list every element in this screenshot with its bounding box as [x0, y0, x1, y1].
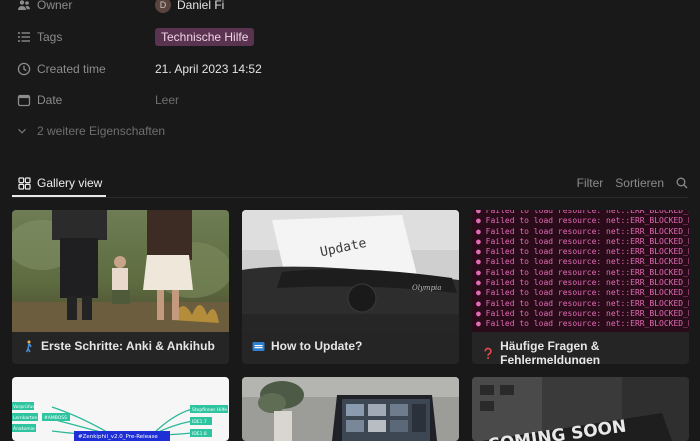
active-tab-indicator — [12, 195, 106, 197]
list-icon — [18, 32, 30, 42]
error-log-text: Failed to load resource: net::ERR_BLOCKE… — [485, 319, 689, 329]
error-dot-icon: ● — [476, 236, 486, 246]
gallery-card[interactable]: COMING SOON — [472, 377, 689, 441]
card-thumbnail-typewriter: Update Olympia — [242, 210, 459, 332]
mindmap-center-node: #Zenkiphil_v2.0_Pre-Release — [78, 434, 158, 440]
date-empty-value: Leer — [155, 93, 180, 107]
question-mark-icon — [484, 347, 492, 359]
error-log-text: Failed to load resource: net::ERR_BLOCKE… — [485, 257, 689, 267]
error-dot-icon: ● — [476, 308, 486, 318]
card-thumbnail-error-log: ● Failed to load resource: net::ERR_BLOC… — [472, 210, 689, 332]
calendar-icon — [17, 94, 31, 107]
mindmap-node: IDE1.7 — [192, 419, 207, 425]
avatar: D — [155, 0, 171, 13]
error-log-text: Failed to load resource: net::ERR_BLOCKE… — [485, 216, 689, 226]
property-label: Tags — [37, 30, 63, 44]
mindmap-node: Vorprüfung — [13, 404, 38, 410]
mindmap-node: IDE1.8 — [192, 431, 207, 437]
show-more-properties[interactable]: 2 weitere Eigenschaften — [17, 121, 165, 141]
gallery-card[interactable]: Update Olympia How to Update? — [242, 210, 459, 364]
gallery-card[interactable]: Vorprüfung Lernkarten #AMBOSS Anatomie #… — [12, 377, 229, 441]
property-value-owner[interactable]: D Daniel Fi — [155, 0, 224, 17]
error-dot-icon: ● — [476, 210, 486, 215]
error-log-line: ● Failed to load resource: net::ERR_BLOC… — [476, 319, 689, 329]
error-log-text: Failed to load resource: net::ERR_BLOCKE… — [485, 298, 689, 308]
card-title: Erste Schritte: Anki & Ankihub — [22, 339, 215, 353]
error-dot-icon: ● — [476, 298, 486, 308]
error-log-line: ● Failed to load resource: net::ERR_BLOC… — [476, 216, 689, 226]
property-value-created-time: 21. April 2023 14:52 — [155, 57, 262, 81]
property-label: Created time — [37, 62, 106, 76]
error-log-line: ● Failed to load resource: net::ERR_BLOC… — [476, 247, 689, 257]
error-dot-icon: ● — [476, 226, 486, 236]
view-tabbar: Gallery view Filter Sortieren — [12, 170, 688, 198]
mindmap-node: #AMBOSS — [44, 415, 67, 421]
error-log: ● Failed to load resource: net::ERR_BLOC… — [476, 210, 689, 330]
card-title-text: How to Update? — [271, 339, 363, 353]
typewriter-brand: Olympia — [412, 284, 441, 292]
tab-gallery-view[interactable]: Gallery view — [18, 170, 102, 196]
mindmap-node: Lernkarten — [13, 415, 37, 421]
card-thumbnail-family-walking — [12, 210, 229, 332]
created-time-value: 21. April 2023 14:52 — [155, 62, 262, 76]
people-icon — [18, 0, 30, 10]
error-dot-icon: ● — [476, 216, 486, 226]
error-dot-icon: ● — [476, 267, 486, 277]
error-log-text: Failed to load resource: net::ERR_BLOCKE… — [485, 288, 689, 298]
search-icon[interactable] — [676, 177, 688, 189]
gallery-card[interactable]: Erste Schritte: Anki & Ankihub — [12, 210, 229, 364]
error-log-line: ● Failed to load resource: net::ERR_BLOC… — [476, 237, 689, 247]
view-toolbar: Filter Sortieren — [565, 170, 688, 196]
property-tags[interactable]: Tags — [17, 25, 62, 49]
error-dot-icon: ● — [476, 288, 486, 298]
error-dot-icon: ● — [476, 278, 486, 288]
error-dot-icon: ● — [476, 319, 486, 329]
error-log-text: Failed to load resource: net::ERR_BLOCKE… — [485, 267, 689, 277]
filter-button[interactable]: Filter — [577, 176, 604, 190]
card-title: Häufige Fragen & Fehlermeldungen — [482, 339, 689, 364]
gallery-grid-icon — [18, 176, 31, 190]
error-log-line: ● Failed to load resource: net::ERR_BLOC… — [476, 268, 689, 278]
card-thumbnail-laptop-desk — [242, 377, 459, 441]
new-badge-icon — [252, 341, 265, 351]
property-value-date[interactable]: Leer — [155, 88, 179, 112]
error-log-text: Failed to load resource: net::ERR_BLOCKE… — [485, 236, 689, 246]
card-title-text: Häufige Fragen & Fehlermeldungen — [500, 339, 601, 364]
gallery-card[interactable]: ● Failed to load resource: net::ERR_BLOC… — [472, 210, 689, 364]
more-properties-label: 2 weitere Eigenschaften — [37, 124, 166, 138]
error-dot-icon: ● — [476, 247, 486, 257]
error-log-text: Failed to load resource: net::ERR_BLOCKE… — [485, 278, 689, 288]
gallery-card[interactable] — [242, 377, 459, 441]
error-log-text: Failed to load resource: net::ERR_BLOCKE… — [485, 226, 689, 236]
error-dot-icon: ● — [476, 257, 486, 267]
sort-button[interactable]: Sortieren — [615, 176, 664, 190]
card-thumbnail-coming-soon: COMING SOON — [472, 377, 689, 441]
error-log-text: Failed to load resource: net::ERR_BLOCKE… — [485, 247, 689, 257]
card-title-text: Erste Schritte: Anki & Ankihub — [41, 339, 215, 353]
property-owner[interactable]: Owner — [17, 0, 72, 17]
error-log-line: ● Failed to load resource: net::ERR_BLOC… — [476, 227, 689, 237]
error-log-text: Failed to load resource: net::ERR_BLOCKE… — [485, 308, 689, 318]
property-value-tags[interactable]: Technische Hilfe — [155, 25, 255, 49]
tab-label: Gallery view — [37, 176, 103, 190]
property-date[interactable]: Date — [17, 88, 62, 112]
mindmap-node: Stopfinner Hilfe — [192, 407, 227, 413]
mindmap-node: Anatomie — [13, 426, 35, 432]
chevron-down-icon — [18, 128, 26, 134]
owner-name: Daniel Fi — [177, 0, 225, 12]
property-created-time[interactable]: Created time — [17, 57, 106, 81]
error-log-text: Failed to load resource: net::ERR_BLOCKE… — [485, 210, 689, 215]
error-log-line: ● Failed to load resource: net::ERR_BLOC… — [476, 299, 689, 309]
error-log-line: ● Failed to load resource: net::ERR_BLOC… — [476, 288, 689, 298]
error-log-line: ● Failed to load resource: net::ERR_BLOC… — [476, 278, 689, 288]
error-log-line: ● Failed to load resource: net::ERR_BLOC… — [476, 257, 689, 267]
property-label: Owner — [37, 0, 73, 12]
error-log-line: ● Failed to load resource: net::ERR_BLOC… — [476, 309, 689, 319]
walking-person-icon — [25, 340, 32, 352]
card-thumbnail-mindmap: Vorprüfung Lernkarten #AMBOSS Anatomie #… — [12, 377, 229, 441]
clock-icon — [17, 62, 31, 76]
tag-badge: Technische Hilfe — [155, 28, 255, 46]
card-title: How to Update? — [252, 339, 362, 353]
property-label: Date — [37, 93, 63, 107]
